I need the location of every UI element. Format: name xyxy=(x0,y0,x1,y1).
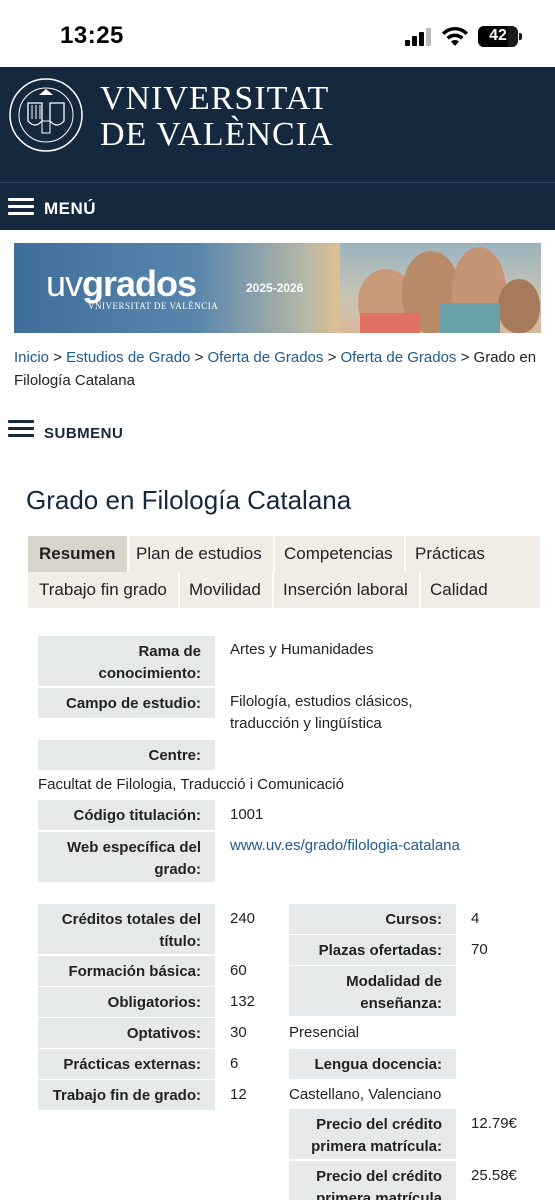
obligatorios-value: 132 xyxy=(230,993,256,1010)
students-photo xyxy=(340,243,541,333)
tab-insercion-laboral[interactable]: Inserción laboral xyxy=(272,572,421,608)
centre-label: Centre: xyxy=(38,740,215,770)
creditos-totales-value: 240 xyxy=(230,910,256,927)
breadcrumb-oferta-de-grados-2[interactable]: Oferta de Grados xyxy=(341,349,457,366)
tab-resumen[interactable]: Resumen xyxy=(28,536,129,572)
breadcrumb-separator: > xyxy=(194,349,204,366)
web-link[interactable]: www.uv.es/grado/filologia-catalana xyxy=(230,837,460,854)
banner-logo: uvgrados xyxy=(46,263,197,305)
breadcrumb-oferta-de-grados[interactable]: Oferta de Grados xyxy=(208,349,324,366)
precio-primera-value: 12.79€ xyxy=(471,1115,517,1132)
cursos-value: 4 xyxy=(471,910,480,927)
lengua-value: Castellano, Valenciano xyxy=(289,1086,442,1103)
brand-line-1: VNIVERSITAT xyxy=(100,80,330,117)
trabajo-fin-grado-label: Trabajo fin de grado: xyxy=(38,1080,215,1110)
rama-label: Rama de conocimiento: xyxy=(38,636,215,686)
formacion-basica-label: Formación básica: xyxy=(38,956,215,986)
battery-level: 42 xyxy=(489,27,507,44)
tab-plan-de-estudios[interactable]: Plan de estudios xyxy=(125,536,275,572)
codigo-label: Código titulación: xyxy=(38,800,215,830)
tab-trabajo-fin-grado[interactable]: Trabajo fin grado xyxy=(28,572,180,608)
centre-value: Facultat de Filologia, Traducció i Comun… xyxy=(38,776,344,793)
lengua-label: Lengua docencia: xyxy=(289,1049,456,1079)
hamburger-icon xyxy=(8,420,34,438)
rama-value: Artes y Humanidades xyxy=(230,641,374,658)
precio-segunda-value: 25.58€ xyxy=(471,1167,517,1184)
modalidad-label: Modalidad de enseñanza: xyxy=(289,966,456,1016)
web-label: Web específica del grado: xyxy=(38,832,215,882)
status-bar: 13:25 42 xyxy=(0,0,555,67)
tab-practicas[interactable]: Prácticas xyxy=(404,536,496,572)
plazas-label: Plazas ofertadas: xyxy=(289,935,456,965)
breadcrumb-separator: > xyxy=(53,349,62,366)
university-name[interactable]: VNIVERSITAT DE VALÈNCIA xyxy=(100,81,334,153)
wifi-icon xyxy=(442,26,468,46)
banner-logo-light: uv xyxy=(46,263,83,304)
tab-calidad[interactable]: Calidad xyxy=(419,572,499,608)
practicas-externas-label: Prácticas externas: xyxy=(38,1049,215,1079)
page-title: Grado en Filología Catalana xyxy=(26,485,352,515)
precio-segunda-label: Precio del crédito primera matrícula xyxy=(289,1161,456,1200)
campo-label: Campo de estudio: xyxy=(38,688,215,718)
optativos-value: 30 xyxy=(230,1024,247,1041)
creditos-totales-label: Créditos totales del título: xyxy=(38,904,215,954)
banner-year: 2025-2026 xyxy=(246,281,304,295)
breadcrumb-inicio[interactable]: Inicio xyxy=(14,349,49,366)
breadcrumb-separator: > xyxy=(327,349,337,366)
breadcrumb: Inicio > Estudios de Grado > Oferta de G… xyxy=(14,346,550,392)
cellular-signal-icon xyxy=(405,28,433,46)
banner-logo-subtitle: VNIVERSITAT DE VALÈNCIA xyxy=(88,301,219,311)
breadcrumb-separator: > xyxy=(460,349,470,366)
tab-movilidad[interactable]: Movilidad xyxy=(178,572,274,608)
campo-value: Filología, estudios clásicos, traducción… xyxy=(230,693,413,732)
codigo-value: 1001 xyxy=(230,806,264,823)
practicas-externas-value: 6 xyxy=(230,1055,239,1072)
brand-line-2: DE VALÈNCIA xyxy=(100,116,334,153)
degree-tabs: Resumen Plan de estudios Competencias Pr… xyxy=(28,536,540,608)
uvgrados-banner[interactable]: uvgrados VNIVERSITAT DE VALÈNCIA 2025-20… xyxy=(14,243,541,333)
submenu-label: SUBMENU xyxy=(44,425,124,442)
modalidad-value: Presencial xyxy=(289,1024,360,1041)
obligatorios-label: Obligatorios: xyxy=(38,987,215,1017)
hamburger-icon xyxy=(8,198,34,216)
battery-icon: 42 xyxy=(478,26,522,47)
menu-label: MENÚ xyxy=(44,199,97,218)
plazas-value: 70 xyxy=(471,941,488,958)
optativos-label: Optativos: xyxy=(38,1018,215,1048)
site-header: VNIVERSITAT DE VALÈNCIA xyxy=(0,67,555,182)
status-time: 13:25 xyxy=(60,22,124,49)
formacion-basica-value: 60 xyxy=(230,962,247,979)
submenu-button[interactable]: SUBMENU xyxy=(8,418,308,448)
trabajo-fin-grado-value: 12 xyxy=(230,1086,247,1103)
main-menu-button[interactable]: MENÚ xyxy=(0,182,555,230)
breadcrumb-estudios-de-grado[interactable]: Estudios de Grado xyxy=(66,349,190,366)
banner-logo-bold: grados xyxy=(82,263,197,304)
university-seal-icon[interactable] xyxy=(8,77,84,153)
tab-competencias[interactable]: Competencias xyxy=(273,536,406,572)
precio-primera-label: Precio del crédito primera matrícula: xyxy=(289,1109,456,1159)
cursos-label: Cursos: xyxy=(289,904,456,934)
